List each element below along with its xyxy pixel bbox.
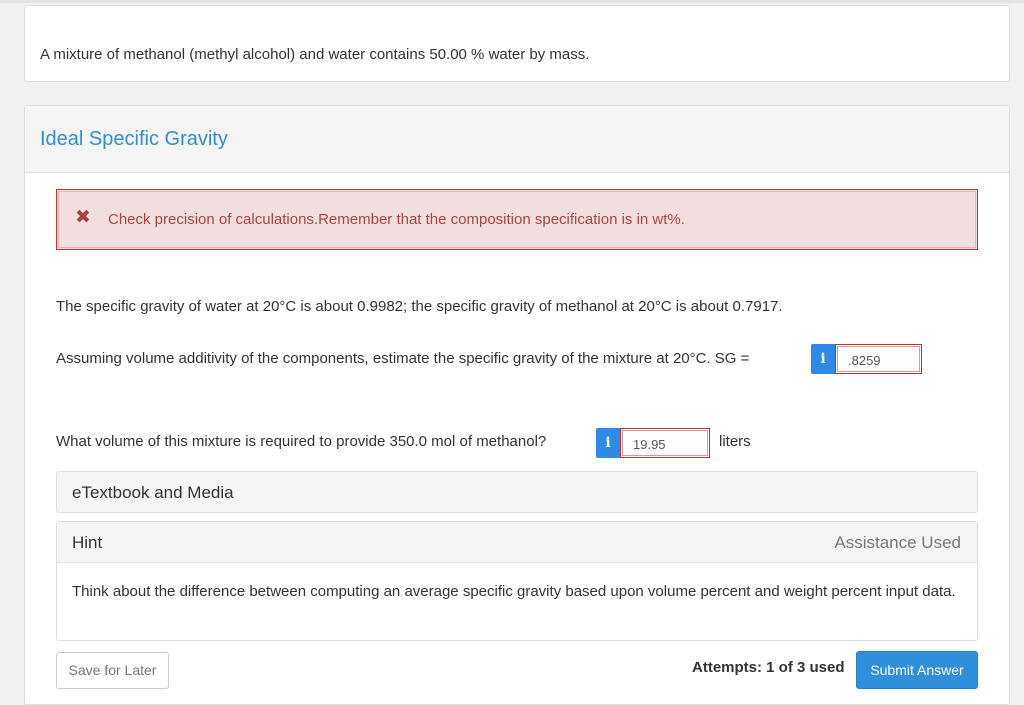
attempts-counter: Attempts: 1 of 3 used [692,659,845,676]
question-panel: Ideal Specific Gravity ✖ Check precision… [24,105,1010,705]
assistance-used-label: Assistance Used [834,533,961,552]
section-title: Ideal Specific Gravity [40,128,228,150]
volume-unit-label: liters [719,433,751,450]
save-for-later-button[interactable]: Save for Later [56,652,169,689]
hint-text: Think about the difference between compu… [72,583,956,600]
top-divider [0,0,1024,3]
volume-question-text: What volume of this mixture is required … [56,433,547,450]
hint-panel: Hint Assistance Used Think about the dif… [56,521,978,641]
hint-header[interactable]: Hint Assistance Used [57,522,977,563]
etextbook-media-panel[interactable]: eTextbook and Media [56,471,978,513]
sg-answer-input[interactable]: .8259 [835,344,922,374]
question-panel-header: Ideal Specific Gravity [25,106,1009,173]
submit-answer-button[interactable]: Submit Answer [856,651,978,689]
error-alert: ✖ Check precision of calculations.Rememb… [56,189,978,250]
alert-message: Check precision of calculations.Remember… [108,211,685,228]
volume-info-icon[interactable]: i [596,428,620,458]
etextbook-media-title: eTextbook and Media [72,483,234,502]
given-data-text: The specific gravity of water at 20°C is… [56,298,783,315]
hint-title: Hint [72,533,103,552]
volume-answer-input[interactable]: 19.95 [620,428,710,458]
problem-statement: A mixture of methanol (methyl alcohol) a… [40,46,590,63]
sg-question-text: Assuming volume additivity of the compon… [56,350,750,367]
intro-panel: A mixture of methanol (methyl alcohol) a… [24,5,1010,82]
sg-info-icon[interactable]: i [811,344,835,374]
close-x-icon: ✖ [75,207,91,228]
